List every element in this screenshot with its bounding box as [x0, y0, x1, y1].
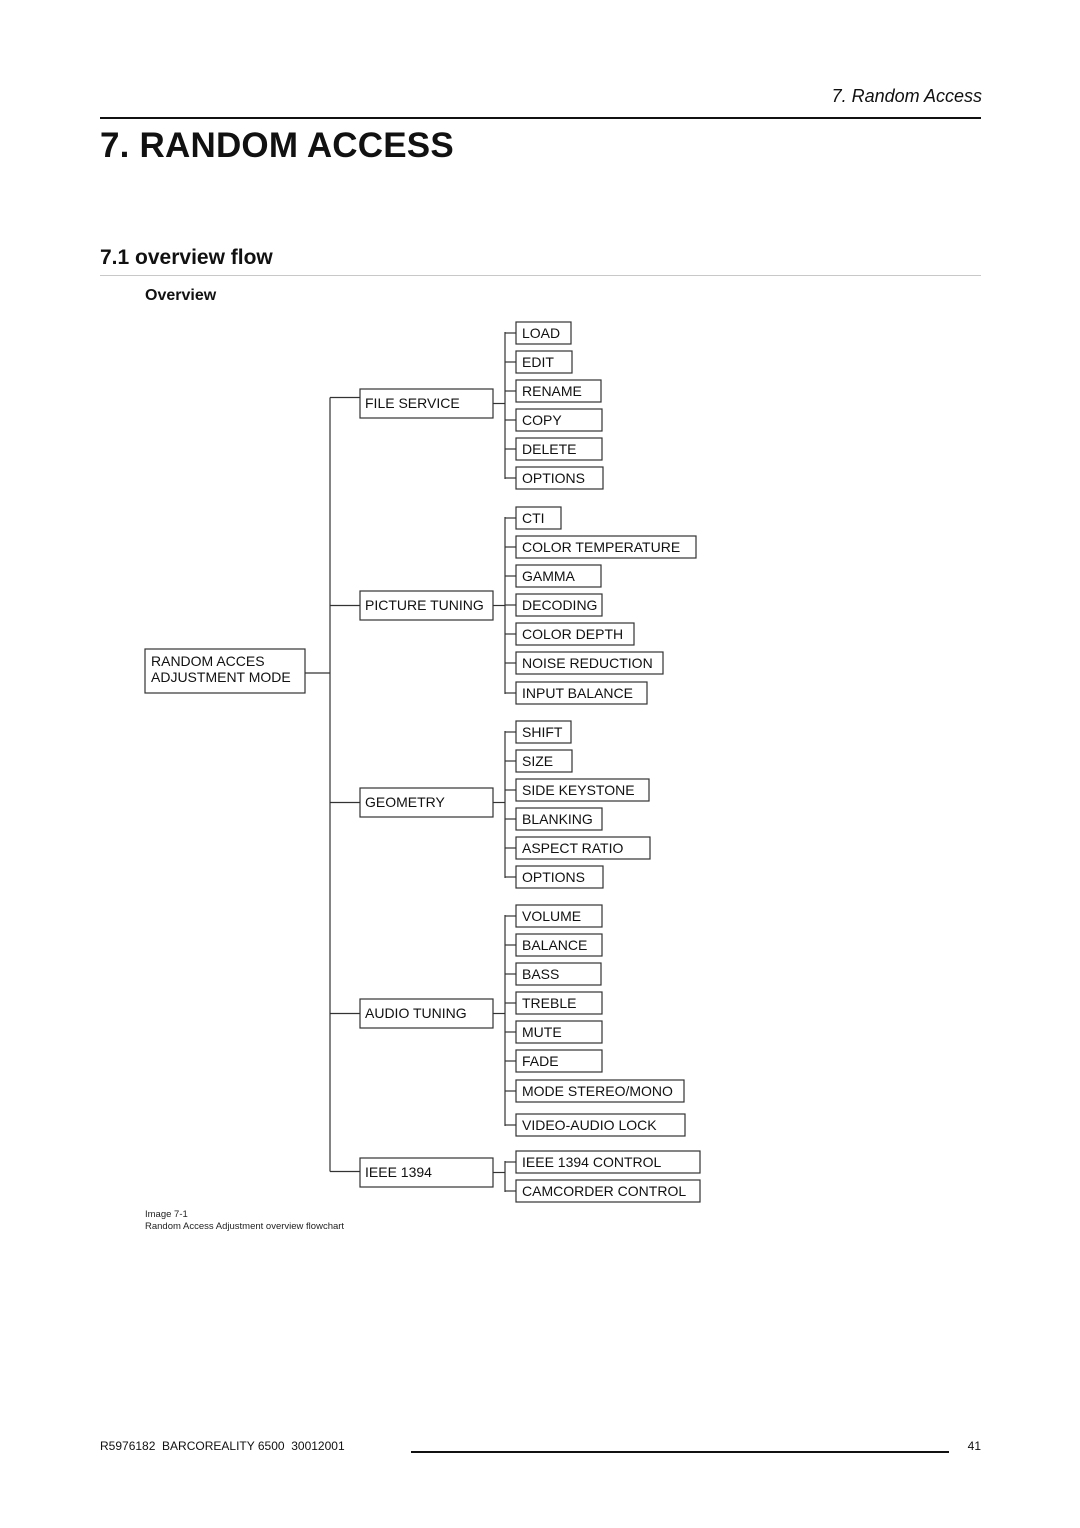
- child-label-audio-tuning-video-audio-lock: VIDEO-AUDIO LOCK: [522, 1117, 657, 1133]
- footer-doc-id: R5976182 BARCOREALITY 6500 30012001: [100, 1439, 345, 1453]
- group-label-picture-tuning: PICTURE TUNING: [365, 597, 484, 613]
- flowchart-diagram: RANDOM ACCESADJUSTMENT MODE FILE SERVICE L…: [144, 321, 701, 1203]
- child-label-file-service-rename: RENAME: [522, 383, 582, 399]
- child-label-picture-tuning-color-temperature: COLOR TEMPERATURE: [522, 539, 680, 555]
- child-label-ieee-1394-camcorder-control: CAMCORDER CONTROL: [522, 1183, 686, 1199]
- child-label-picture-tuning-color-depth: COLOR DEPTH: [522, 626, 623, 642]
- page-number: 41: [967, 1439, 981, 1453]
- child-label-audio-tuning-mode-stereo-mono: MODE STEREO/MONO: [522, 1083, 673, 1099]
- root-node-label-line-2: ADJUSTMENT MODE: [151, 669, 291, 685]
- caption-label: Image 7-1: [145, 1209, 188, 1220]
- child-label-audio-tuning-balance: BALANCE: [522, 937, 587, 953]
- child-label-geometry-options: OPTIONS: [522, 869, 585, 885]
- child-label-file-service-load: LOAD: [522, 325, 560, 341]
- child-label-geometry-size: SIZE: [522, 753, 553, 769]
- page-footer: R5976182 BARCOREALITY 6500 30012001 41: [100, 1439, 981, 1455]
- child-label-audio-tuning-fade: FADE: [522, 1053, 559, 1069]
- child-label-geometry-blanking: BLANKING: [522, 811, 593, 827]
- child-label-ieee-1394-ieee-1394-control: IEEE 1394 CONTROL: [522, 1154, 661, 1170]
- child-label-file-service-copy: COPY: [522, 412, 562, 428]
- child-label-geometry-side-keystone: SIDE KEYSTONE: [522, 782, 635, 798]
- group-label-file-service: FILE SERVICE: [365, 395, 460, 411]
- child-label-geometry-aspect-ratio: ASPECT RATIO: [522, 840, 624, 856]
- figure-caption: Image 7-1 Random Access Adjustment overv…: [145, 1209, 344, 1233]
- footer-rule: [411, 1451, 949, 1453]
- child-label-file-service-edit: EDIT: [522, 354, 554, 370]
- child-label-audio-tuning-mute: MUTE: [522, 1024, 562, 1040]
- caption-text: Random Access Adjustment overview flowch…: [145, 1221, 345, 1232]
- group-label-geometry: GEOMETRY: [365, 794, 446, 810]
- child-label-picture-tuning-cti: CTI: [522, 510, 545, 526]
- child-label-audio-tuning-volume: VOLUME: [522, 908, 581, 924]
- group-label-ieee-1394: IEEE 1394: [365, 1164, 432, 1180]
- child-label-picture-tuning-gamma: GAMMA: [522, 568, 576, 584]
- child-label-picture-tuning-decoding: DECODING: [522, 597, 597, 613]
- root-node-label-line-1: RANDOM ACCES: [151, 653, 265, 669]
- child-label-picture-tuning-noise-reduction: NOISE REDUCTION: [522, 655, 653, 671]
- child-label-audio-tuning-bass: BASS: [522, 966, 559, 982]
- child-label-audio-tuning-treble: TREBLE: [522, 995, 576, 1011]
- child-label-picture-tuning-input-balance: INPUT BALANCE: [522, 685, 633, 701]
- child-label-geometry-shift: SHIFT: [522, 724, 563, 740]
- group-label-audio-tuning: AUDIO TUNING: [365, 1005, 467, 1021]
- child-label-file-service-options: OPTIONS: [522, 470, 585, 486]
- child-label-file-service-delete: DELETE: [522, 441, 576, 457]
